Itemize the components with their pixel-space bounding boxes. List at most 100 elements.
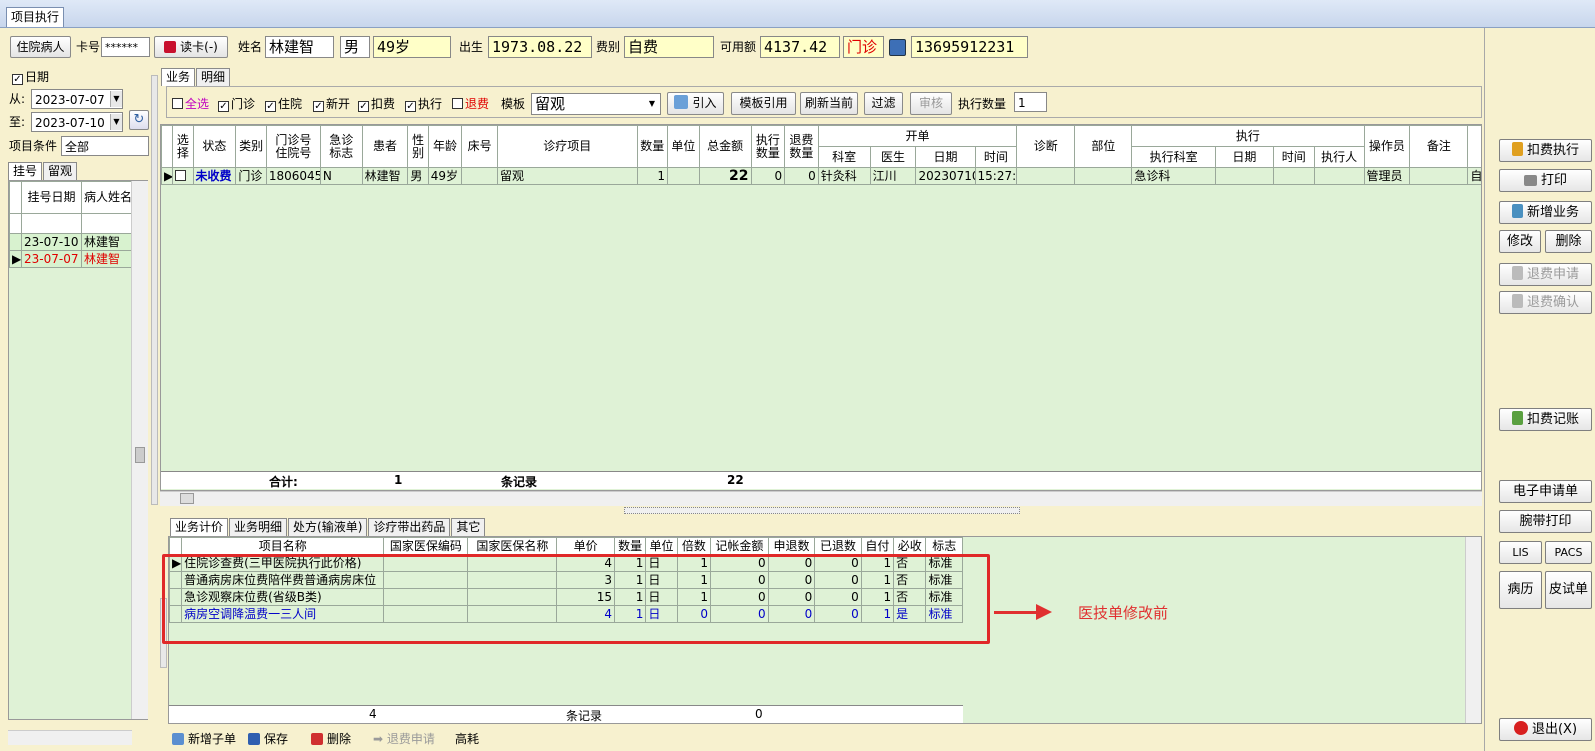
lis-button[interactable]: LIS xyxy=(1499,541,1542,564)
sum-label: 合计: xyxy=(269,475,298,489)
exit-button[interactable]: 退出(X) xyxy=(1499,718,1592,741)
select-all-checkbox[interactable]: 全选 xyxy=(172,94,209,114)
col-select: 选择 xyxy=(172,125,194,168)
lower-amount: 0 xyxy=(755,707,763,721)
template-dropdown-icon[interactable]: ▼ xyxy=(645,95,659,113)
skin-test-button[interactable]: 皮试单 xyxy=(1545,571,1592,609)
col-item: 诊疗项目 xyxy=(496,125,638,168)
yen-icon xyxy=(1511,411,1523,425)
from-date-dropdown-icon[interactable]: ▼ xyxy=(110,91,122,107)
refund-label: 退费 xyxy=(465,97,490,111)
audit-button[interactable]: 审核 xyxy=(910,92,952,115)
delete-right-button[interactable]: 删除 xyxy=(1545,230,1592,253)
deduct-record-button[interactable]: 扣费记账 xyxy=(1499,408,1592,431)
upper-h-scrollbar[interactable] xyxy=(160,491,1482,506)
high-consume-button[interactable]: 高耗 xyxy=(455,729,479,749)
col-bed: 床号 xyxy=(461,125,498,168)
template-select[interactable]: 留观 xyxy=(531,93,661,115)
card-no-label: 卡号 xyxy=(76,40,101,54)
execute-checkbox[interactable]: ✓ 执行 xyxy=(405,94,442,114)
col-item-name: 项目名称 xyxy=(181,537,385,555)
lower-footer: 4 条记录 0 xyxy=(169,705,963,723)
col-insurance-code: 国家医保编码 xyxy=(383,537,469,555)
phone-icon[interactable] xyxy=(889,39,906,56)
wristband-print-button[interactable]: 腕带打印 xyxy=(1499,510,1592,533)
list-item-date: 23-07-10 xyxy=(21,233,82,251)
tab-business[interactable]: 业务 xyxy=(161,68,196,86)
tab-business-detail[interactable]: 业务明细 xyxy=(229,518,288,536)
cell-remark xyxy=(1409,167,1469,185)
save-button[interactable]: 保存 xyxy=(248,729,288,749)
refresh-icon[interactable]: ↻ xyxy=(129,110,149,130)
list-item[interactable]: 23-07-10 林建智 xyxy=(9,233,133,251)
vertical-splitter[interactable] xyxy=(624,507,1020,514)
template-ref-button[interactable]: 模板引用 xyxy=(731,92,796,115)
deduct-checkbox[interactable]: ✓ 扣费 xyxy=(358,94,395,114)
refund-checkbox[interactable]: 退费 xyxy=(452,94,489,114)
splitter-left[interactable] xyxy=(151,75,158,505)
card-no-field[interactable]: ****** xyxy=(101,37,150,57)
cell-total: 22 xyxy=(698,167,752,185)
from-label: 从: xyxy=(9,92,26,106)
refund-confirm-button[interactable]: 退费确认 xyxy=(1499,291,1592,314)
tab-business-pricing[interactable]: 业务计价 xyxy=(170,518,229,536)
tab-drugs[interactable]: 诊疗带出药品 xyxy=(368,518,451,536)
cell-operator: 管理员 xyxy=(1363,167,1411,185)
checkbox-icon xyxy=(172,98,183,109)
read-card-button[interactable]: 读卡(-) xyxy=(154,36,228,58)
deduct-execute-button[interactable]: 扣费执行 xyxy=(1499,139,1592,162)
pacs-button[interactable]: PACS xyxy=(1545,541,1592,564)
tab-prescription[interactable]: 处方(输液单) xyxy=(288,518,368,536)
right-divider xyxy=(1484,28,1485,751)
birth-label: 出生 xyxy=(459,40,484,54)
table-row[interactable]: ▶ 未收费 门诊 1806045 N 林建智 男 49岁 留观 1 22 0 0… xyxy=(161,167,1481,185)
e-apply-button[interactable]: 电子申请单 xyxy=(1499,480,1592,503)
refund-apply-button[interactable]: 退费申请 xyxy=(1499,263,1592,286)
inpatient-button[interactable]: 住院病人 xyxy=(10,36,71,58)
to-date-dropdown-icon[interactable]: ▼ xyxy=(110,114,122,130)
cell-diagnosis xyxy=(1016,167,1076,185)
refund-apply-label: 退费申请 xyxy=(1526,267,1579,282)
window-tab[interactable]: 项目执行 xyxy=(6,7,65,27)
medical-record-button[interactable]: 病历 xyxy=(1499,571,1542,609)
refresh-current-button[interactable]: 刷新当前 xyxy=(800,92,858,115)
col-refund-qty: 退费 数量 xyxy=(784,125,819,168)
row-marker xyxy=(9,233,22,251)
left-list-corner xyxy=(9,181,22,214)
date-checkbox[interactable]: ✓ 日期 xyxy=(12,67,49,87)
refund-confirm-label: 退费确认 xyxy=(1526,295,1579,310)
exec-qty-field[interactable]: 1 xyxy=(1014,92,1047,112)
new-open-label: 新开 xyxy=(326,97,351,111)
new-open-checkbox[interactable]: ✓ 新开 xyxy=(313,94,350,114)
item-cond-field[interactable]: 全部 xyxy=(61,136,149,156)
col-visit-no: 门诊号 住院号 xyxy=(265,125,321,168)
cell-date: 20230710 xyxy=(915,167,976,185)
deduct-execute-label: 扣费执行 xyxy=(1526,143,1579,158)
outpatient-checkbox[interactable]: ✓ 门诊 xyxy=(218,94,255,114)
filter-button[interactable]: 过滤 xyxy=(864,92,903,115)
col-time: 时间 xyxy=(974,146,1018,168)
left-list-scroll-thumb[interactable] xyxy=(135,447,145,463)
lower-v-scrollbar[interactable] xyxy=(1465,537,1481,723)
col-refunded: 已退数 xyxy=(814,537,862,555)
delete-button[interactable]: 删除 xyxy=(311,729,351,749)
import-button[interactable]: 引入 xyxy=(667,92,724,115)
tab-observation[interactable]: 留观 xyxy=(43,162,78,180)
add-child-button[interactable]: 新增子单 xyxy=(172,729,236,749)
left-h-scrollbar[interactable] xyxy=(8,730,132,745)
col-reg-date: 挂号日期 xyxy=(21,181,82,214)
tab-detail[interactable]: 明细 xyxy=(196,68,231,86)
col-date: 日期 xyxy=(915,146,976,168)
refund-apply-toolbar-button[interactable]: ➡ 退费申请 xyxy=(373,729,435,749)
tab-other[interactable]: 其它 xyxy=(451,518,486,536)
inpatient-checkbox[interactable]: ✓ 住院 xyxy=(265,94,302,114)
upper-h-scroll-thumb[interactable] xyxy=(180,493,194,504)
tab-registration[interactable]: 挂号 xyxy=(8,162,43,180)
modify-button[interactable]: 修改 xyxy=(1499,230,1541,253)
name-label: 姓名 xyxy=(238,40,263,54)
list-item[interactable]: ▶ 23-07-07 林建智 xyxy=(9,250,133,268)
new-business-button[interactable]: 新增业务 xyxy=(1499,201,1592,224)
import-icon xyxy=(674,95,689,109)
print-button[interactable]: 打印 xyxy=(1499,169,1592,192)
row-select-checkbox[interactable] xyxy=(172,167,194,185)
